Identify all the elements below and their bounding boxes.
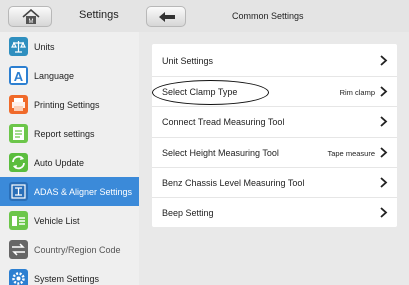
row-value: Tape measure	[327, 149, 375, 158]
sidebar-item-report-settings[interactable]: Report settings	[0, 119, 139, 148]
row-select-height-measuring-tool[interactable]: Select Height Measuring Tool Tape measur…	[152, 137, 397, 167]
chevron-right-icon	[380, 147, 388, 158]
back-button[interactable]	[146, 6, 186, 27]
chevron-right-icon	[380, 116, 388, 127]
sidebar-item-country-region-code[interactable]: Country/Region Code	[0, 235, 139, 264]
home-button[interactable]: M	[8, 6, 52, 27]
row-label: Select Height Measuring Tool	[162, 148, 279, 158]
sidebar-item-label: Auto Update	[34, 158, 85, 168]
sidebar-item-label: Language	[34, 71, 75, 81]
row-unit-settings[interactable]: Unit Settings	[152, 46, 397, 76]
row-connect-tread-measuring-tool[interactable]: Connect Tread Measuring Tool	[152, 106, 397, 136]
row-benz-chassis-level-measuring-tool[interactable]: Benz Chassis Level Measuring Tool	[152, 167, 397, 197]
sidebar-item-label: Vehicle List	[34, 216, 80, 226]
scale-icon	[9, 37, 28, 56]
highlight-ellipse	[152, 80, 269, 105]
row-label: Benz Chassis Level Measuring Tool	[162, 178, 305, 188]
row-label: Unit Settings	[162, 56, 214, 66]
sidebar-item-printing-settings[interactable]: Printing Settings	[0, 90, 139, 119]
adas-icon	[9, 182, 28, 201]
sidebar-item-label: Country/Region Code	[34, 245, 121, 255]
svg-text:M: M	[29, 19, 34, 25]
sidebar-item-label: Printing Settings	[34, 100, 100, 110]
chevron-right-icon	[380, 55, 388, 66]
sidebar-item-vehicle-list[interactable]: Vehicle List	[0, 206, 139, 235]
sidebar-item-label: Units	[34, 42, 55, 52]
letter-a-icon: A	[9, 66, 28, 85]
sidebar-item-label: Report settings	[34, 129, 95, 139]
vehicle-list-icon	[9, 211, 28, 230]
sidebar-item-language[interactable]: A Language	[0, 61, 139, 90]
chevron-right-icon	[380, 177, 388, 188]
back-arrow-icon	[159, 12, 175, 22]
sidebar-item-label: System Settings	[34, 274, 100, 284]
sidebar-item-label: ADAS & Aligner Settings	[34, 187, 133, 197]
report-icon	[9, 124, 28, 143]
chevron-right-icon	[380, 207, 388, 218]
chevron-right-icon	[380, 86, 388, 97]
sidebar-item-adas-aligner-settings[interactable]: ADAS & Aligner Settings	[0, 177, 139, 206]
sidebar-item-auto-update[interactable]: Auto Update	[0, 148, 139, 177]
sidebar-item-units[interactable]: Units	[0, 32, 139, 61]
swap-arrows-icon	[9, 240, 28, 259]
page-title: Common Settings	[232, 11, 304, 21]
gear-icon	[9, 269, 28, 285]
sidebar-item-system-settings[interactable]: System Settings	[0, 264, 139, 285]
update-icon	[9, 153, 28, 172]
row-label: Beep Setting	[162, 208, 214, 218]
printer-icon	[9, 95, 28, 114]
home-icon: M	[22, 9, 40, 25]
sidebar-header: M Settings	[0, 0, 139, 32]
svg-text:A: A	[14, 69, 24, 84]
sidebar-title: Settings	[79, 9, 119, 21]
row-beep-setting[interactable]: Beep Setting	[152, 197, 397, 227]
row-value: Rim clamp	[339, 88, 375, 97]
row-label: Connect Tread Measuring Tool	[162, 117, 285, 127]
